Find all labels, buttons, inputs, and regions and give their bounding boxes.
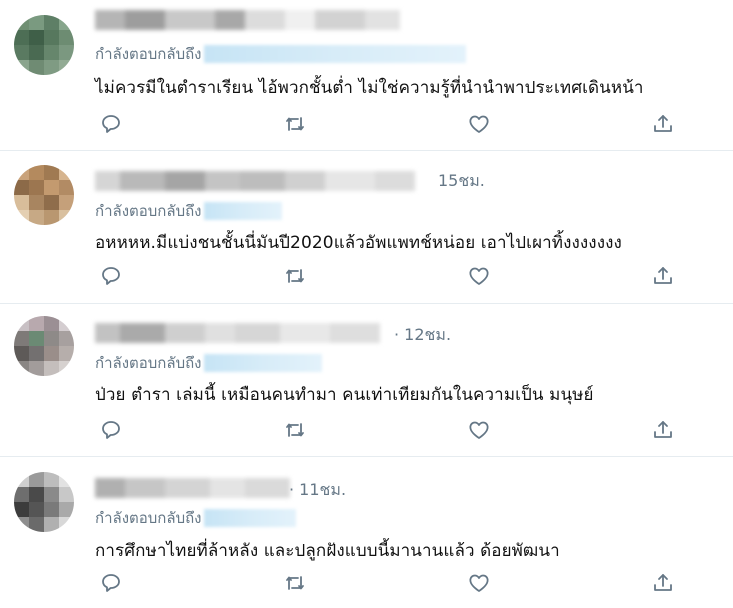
replied-handle-blurred[interactable]	[203, 354, 322, 372]
retweet-button[interactable]	[281, 110, 309, 138]
like-button[interactable]	[465, 262, 493, 290]
tweet-4[interactable]: · 11ชม. กำลังตอบกลับถึง การศึกษาไทยที่ล้…	[0, 457, 733, 608]
replying-to: กำลังตอบกลับถึง	[95, 43, 466, 65]
tweet-timestamp[interactable]: · 11ชม.	[289, 478, 346, 503]
tweet-actions	[95, 110, 695, 138]
share-button[interactable]	[649, 262, 677, 290]
tweet-3[interactable]: · 12ชม. กำลังตอบกลับถึง ป่วย ตำรา เล่มนี…	[0, 304, 733, 456]
share-icon	[654, 267, 672, 284]
reply-button[interactable]	[97, 416, 125, 444]
share-icon	[654, 115, 672, 132]
retweet-icon	[286, 576, 304, 590]
avatar[interactable]	[14, 472, 74, 532]
tweet-text: ป่วย ตำรา เล่มนี้ เหมือนคนทำมา คนเท่าเที…	[95, 385, 594, 405]
tweet-actions	[95, 416, 695, 444]
tweet-actions	[95, 569, 695, 597]
heart-icon	[469, 115, 489, 133]
like-button[interactable]	[465, 569, 493, 597]
replied-handle-blurred[interactable]	[203, 202, 282, 220]
heart-icon	[469, 574, 489, 592]
retweet-icon	[286, 269, 304, 283]
reply-button[interactable]	[97, 569, 125, 597]
tweet-timestamp[interactable]: 15ชม.	[438, 169, 485, 194]
replying-to-label: กำลังตอบกลับถึง	[95, 45, 202, 63]
replied-handle-blurred[interactable]	[203, 45, 466, 63]
retweet-icon	[286, 117, 304, 131]
replying-to-label: กำลังตอบกลับถึง	[95, 202, 202, 220]
reply-icon	[102, 115, 120, 133]
tweet-text: ไม่ควรมีในตำราเรียน ไอ้พวกชั้นต่ำ ไม่ใช่…	[95, 78, 644, 98]
tweet-2[interactable]: 15ชม. กำลังตอบกลับถึง อหหหห.มีแบ่งชนชั้น…	[0, 151, 733, 303]
retweet-button[interactable]	[281, 262, 309, 290]
tweet-actions	[95, 262, 695, 290]
avatar[interactable]	[14, 165, 74, 225]
share-icon	[654, 421, 672, 438]
replying-to-label: กำลังตอบกลับถึง	[95, 509, 202, 527]
heart-icon	[469, 421, 489, 439]
replied-handle-blurred[interactable]	[203, 509, 296, 527]
replying-to: กำลังตอบกลับถึง	[95, 352, 322, 374]
reply-icon	[102, 421, 120, 439]
reply-button[interactable]	[97, 110, 125, 138]
like-button[interactable]	[465, 416, 493, 444]
username-blurred[interactable]	[95, 478, 290, 498]
tweet-text: การศึกษาไทยที่ล้าหลัง และปลูกฝังแบบนี้มา…	[95, 541, 560, 561]
share-button[interactable]	[649, 416, 677, 444]
retweet-icon	[286, 423, 304, 437]
share-button[interactable]	[649, 569, 677, 597]
tweet-timestamp[interactable]: · 12ชม.	[394, 323, 451, 348]
reply-icon	[102, 267, 120, 285]
reply-icon	[102, 574, 120, 592]
reply-button[interactable]	[97, 262, 125, 290]
retweet-button[interactable]	[281, 569, 309, 597]
share-icon	[654, 574, 672, 591]
share-button[interactable]	[649, 110, 677, 138]
username-blurred[interactable]	[95, 10, 400, 30]
avatar[interactable]	[14, 15, 74, 75]
replying-to-label: กำลังตอบกลับถึง	[95, 354, 202, 372]
replying-to: กำลังตอบกลับถึง	[95, 200, 282, 222]
replying-to: กำลังตอบกลับถึง	[95, 507, 296, 529]
like-button[interactable]	[465, 110, 493, 138]
tweet-text: อหหหห.มีแบ่งชนชั้นนี่มันปี2020แล้วอัพแพท…	[95, 233, 622, 253]
heart-icon	[469, 267, 489, 285]
tweet-1[interactable]: กำลังตอบกลับถึง ไม่ควรมีในตำราเรียน ไอ้พ…	[0, 0, 733, 150]
retweet-button[interactable]	[281, 416, 309, 444]
username-blurred[interactable]	[95, 171, 415, 191]
avatar[interactable]	[14, 316, 74, 376]
username-blurred[interactable]	[95, 323, 380, 343]
